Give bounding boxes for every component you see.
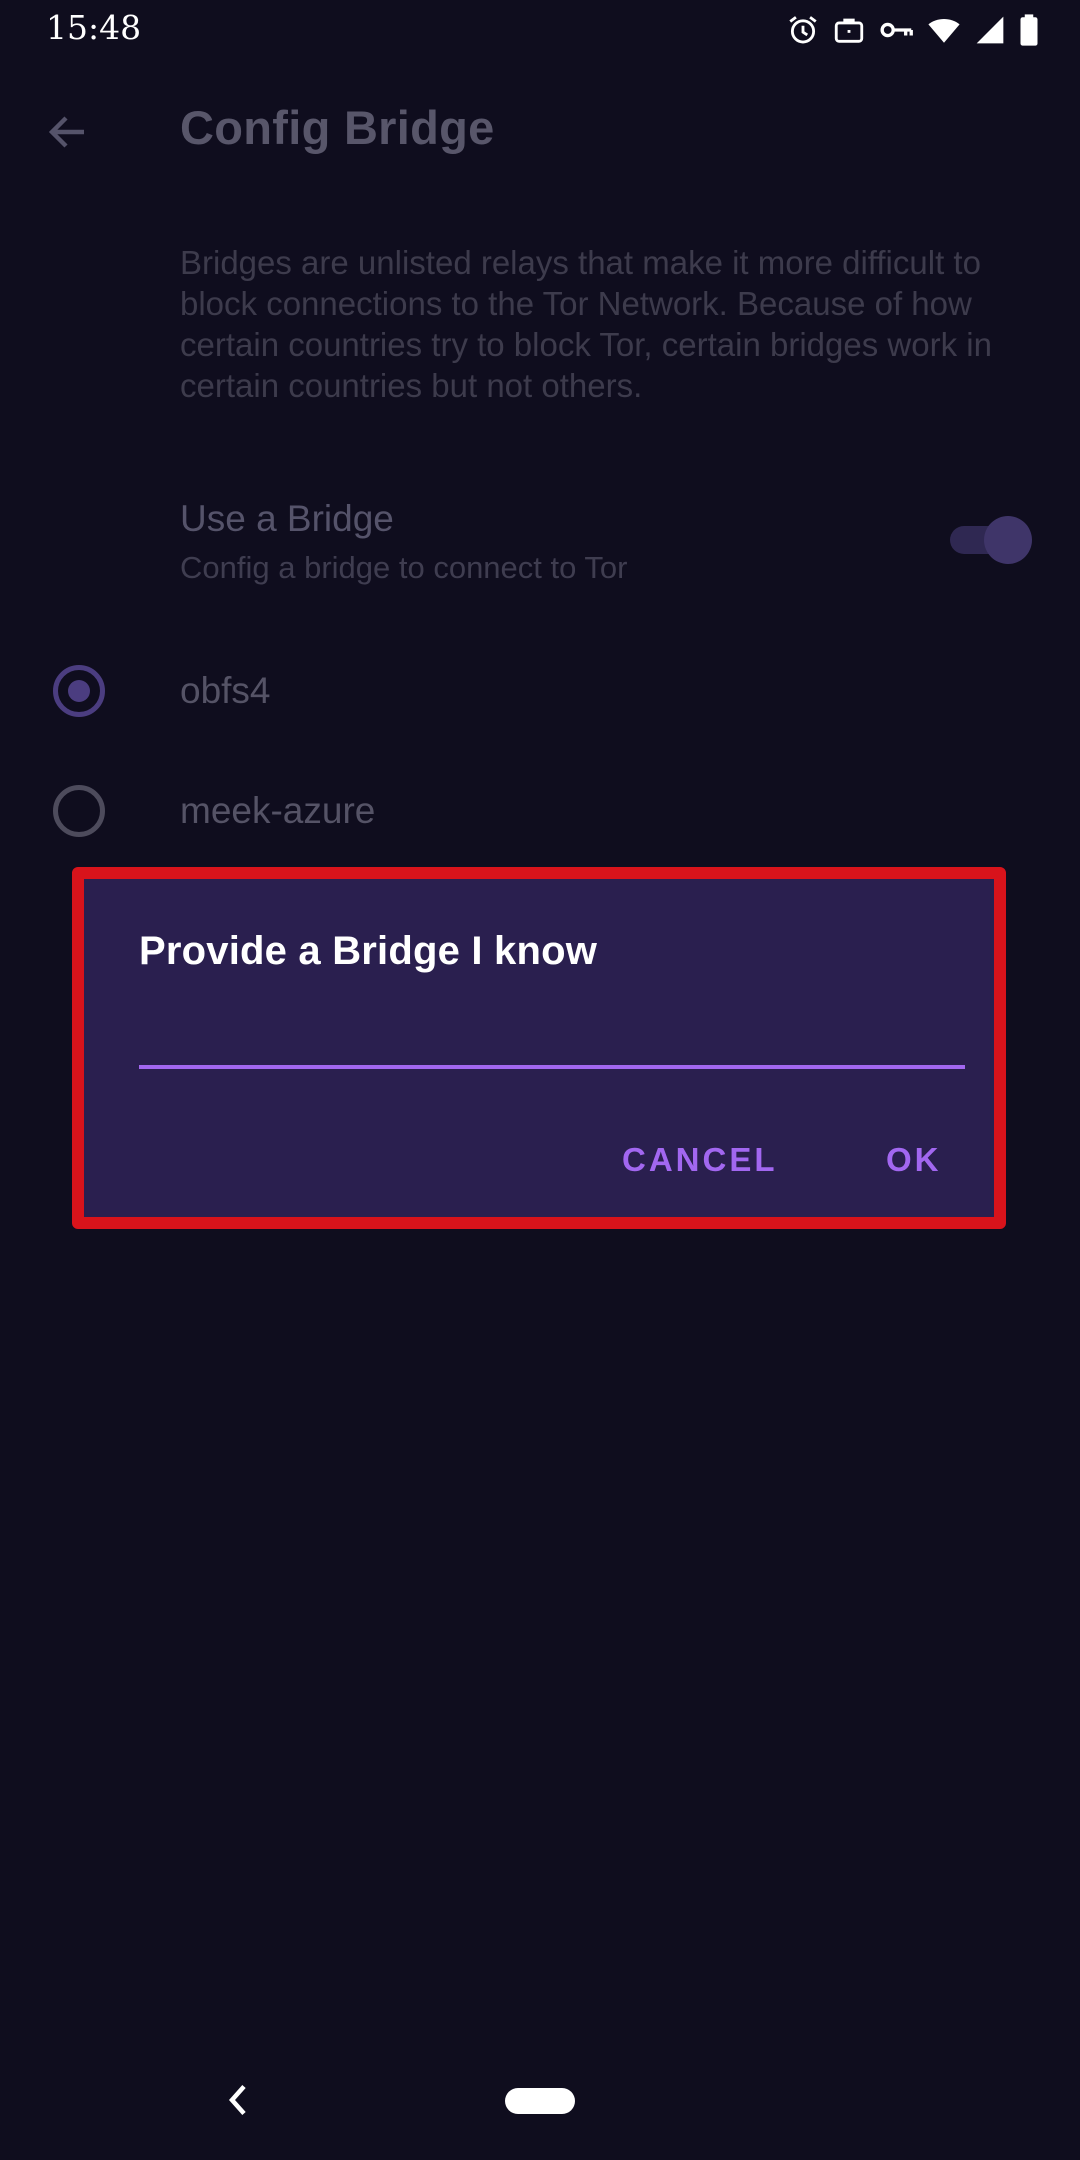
page-title: Config Bridge (180, 101, 495, 154)
bridge-option-label: meek-azure (180, 790, 376, 831)
cancel-button[interactable]: CANCEL (622, 1141, 778, 1179)
work-briefcase-icon (834, 18, 864, 43)
bridge-input-field[interactable] (139, 999, 965, 1069)
status-bar: 15:48 (0, 0, 1080, 60)
screen: 15:48 Config Bridge Bridges are unlisted… (0, 0, 1080, 2160)
wifi-icon (928, 19, 960, 43)
radio-dot (68, 680, 90, 702)
status-icons (786, 12, 1040, 48)
radio-button-selected[interactable] (53, 665, 105, 717)
use-bridge-title: Use a Bridge (180, 498, 394, 539)
battery-icon (1020, 14, 1038, 46)
radio-button-unselected[interactable] (53, 785, 105, 837)
use-bridge-summary: Config a bridge to connect to Tor (180, 550, 628, 585)
nav-back-icon[interactable] (224, 2082, 252, 2118)
switch-thumb (984, 516, 1032, 564)
arrow-left-icon[interactable] (44, 108, 92, 156)
bridge-option-label: obfs4 (180, 670, 271, 711)
toolbar: Config Bridge (0, 70, 1080, 190)
alarm-icon (789, 16, 817, 44)
cell-signal-icon (976, 16, 1004, 44)
vpn-key-icon (880, 22, 913, 38)
use-bridge-switch[interactable] (948, 516, 1032, 564)
bridge-description: Bridges are unlisted relays that make it… (180, 244, 992, 404)
nav-home-pill[interactable] (505, 2088, 575, 2114)
dialog-title: Provide a Bridge I know (139, 929, 598, 973)
ok-button[interactable]: OK (886, 1141, 942, 1179)
status-time: 15:48 (46, 8, 142, 47)
provide-bridge-dialog: Provide a Bridge I know CANCEL OK (72, 867, 1006, 1229)
